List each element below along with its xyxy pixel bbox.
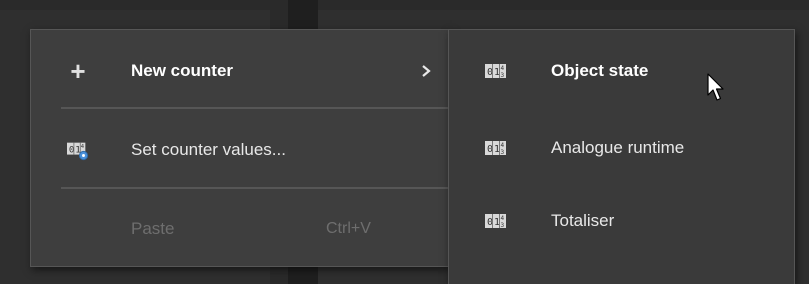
menu-item-shortcut: Ctrl+V — [326, 220, 371, 237]
menu-item-set-counter-values[interactable]: 0 1 4 Set counter values... — [31, 111, 449, 189]
svg-text:3: 3 — [501, 222, 505, 229]
submenu-item-object-state[interactable]: 0 1 4 3 Object state — [449, 32, 794, 110]
svg-text:3: 3 — [501, 72, 505, 79]
counter-icon: 0 1 4 3 — [485, 137, 507, 159]
counter-icon: 0 1 4 3 — [485, 60, 507, 82]
app-background: + New counter 0 1 4 Set counter values..… — [0, 0, 809, 284]
submenu-item-totaliser[interactable]: 0 1 4 3 Totaliser — [449, 182, 794, 260]
background-toolbar — [0, 0, 809, 10]
plus-icon: + — [70, 56, 86, 86]
chevron-right-icon — [422, 65, 431, 77]
svg-text:4: 4 — [501, 215, 505, 222]
menu-item-label: Set counter values... — [131, 140, 286, 159]
counter-icon: 0 1 4 3 — [485, 210, 507, 232]
counter-settings-icon: 0 1 4 — [67, 139, 89, 161]
menu-item-new-counter[interactable]: + New counter — [31, 32, 449, 110]
submenu-item-analogue-runtime[interactable]: 0 1 4 3 Analogue runtime — [449, 109, 794, 187]
svg-text:4: 4 — [501, 142, 505, 149]
menu-item-paste[interactable]: Paste Ctrl+V — [31, 190, 449, 268]
menu-item-label: Paste — [131, 219, 175, 238]
submenu-new-counter: 0 1 4 3 Object state 0 1 4 3 Analogue ru… — [448, 29, 795, 284]
mouse-pointer-icon — [707, 73, 724, 101]
menu-divider — [61, 107, 449, 109]
svg-text:3: 3 — [501, 149, 505, 156]
svg-text:4: 4 — [501, 65, 505, 72]
submenu-item-label: Totaliser — [551, 211, 615, 230]
context-menu: + New counter 0 1 4 Set counter values..… — [30, 29, 450, 267]
menu-item-label: New counter — [131, 61, 234, 80]
submenu-item-label: Analogue runtime — [551, 138, 685, 157]
submenu-item-label: Object state — [551, 61, 649, 80]
menu-divider — [61, 187, 449, 189]
